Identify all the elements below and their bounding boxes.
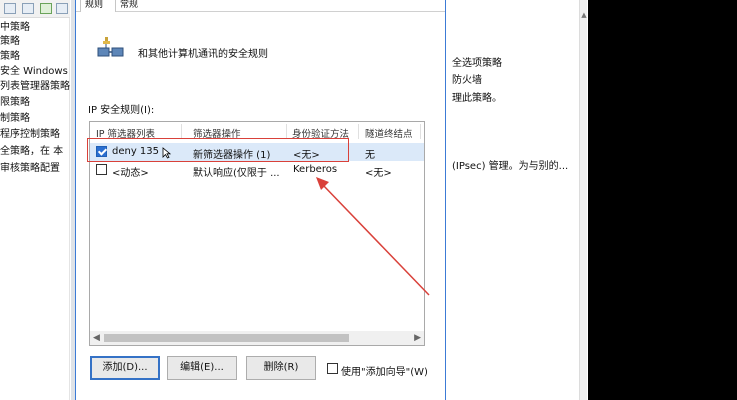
description-line: 全选项策略	[452, 58, 502, 69]
description-line: 防火墙	[452, 75, 482, 86]
column-header-filter-action[interactable]: 筛选器操作	[193, 126, 241, 140]
column-divider[interactable]	[181, 124, 182, 139]
tree-item-selected[interactable]: 全策略，在 本	[0, 145, 70, 159]
column-header-filter-list[interactable]: IP 筛选器列表	[96, 126, 155, 140]
cell-tunnel: <无>	[365, 168, 392, 179]
column-divider[interactable]	[420, 124, 421, 139]
remove-button[interactable]: 删除(R)	[246, 356, 316, 380]
network-computers-icon	[97, 37, 124, 57]
export-icon[interactable]	[40, 3, 52, 14]
dialog-description: 和其他计算机通讯的安全规则	[138, 49, 268, 60]
vertical-scrollbar[interactable]: ▲	[579, 0, 587, 400]
table-row[interactable]: <动态> 默认响应(仅限于 ... Kerberos <无>	[90, 161, 424, 179]
screen-black-area	[588, 0, 737, 400]
cell-filter-list: deny 135	[112, 146, 160, 157]
use-wizard-checkbox[interactable]	[327, 363, 338, 374]
tree-item[interactable]: 程序控制策略	[0, 128, 70, 142]
console-toolbar	[0, 0, 70, 18]
cell-filter-action: 默认响应(仅限于 ...	[193, 168, 280, 179]
rules-list-label: IP 安全规则(I):	[88, 105, 155, 116]
tree-item[interactable]: 列表管理器策略	[0, 80, 70, 94]
tree-item[interactable]: 安全 Windows	[0, 65, 70, 79]
cell-auth-method: <无>	[293, 150, 320, 161]
description-line: 理此策略。	[452, 93, 502, 104]
add-button[interactable]: 添加(D)...	[90, 356, 160, 380]
list-column-headers: IP 筛选器列表 筛选器操作 身份验证方法 隧道终结点	[90, 122, 424, 142]
table-row-selected[interactable]: deny 135 新筛选器操作 (1) <无> 无	[90, 143, 424, 161]
column-header-auth-method[interactable]: 身份验证方法	[292, 126, 349, 140]
horizontal-scrollbar[interactable]: ◀ ▶	[90, 331, 424, 345]
column-divider[interactable]	[286, 124, 287, 139]
scrollbar-thumb[interactable]	[104, 334, 349, 342]
tab-general[interactable]: 常规	[116, 0, 146, 12]
tree-item[interactable]: 审核策略配置	[0, 162, 70, 176]
help-icon[interactable]	[56, 3, 68, 14]
scroll-left-arrow-icon[interactable]: ◀	[93, 333, 102, 343]
tree-item[interactable]: 中策略	[0, 21, 70, 35]
column-divider[interactable]	[358, 124, 359, 139]
cell-auth-method: Kerberos	[293, 164, 338, 175]
description-line: (IPsec) 管理。为与别的...	[452, 161, 569, 172]
scroll-right-arrow-icon[interactable]: ▶	[412, 333, 421, 343]
mouse-cursor-icon	[162, 147, 171, 159]
cell-tunnel: 无	[365, 150, 375, 161]
tab-strip: 规则 常规	[76, 0, 445, 12]
console-tree-panel: 中策略 策略 策略 安全 Windows 列表管理器策略 限策略 制策略 程序控…	[0, 0, 70, 400]
folder-icon[interactable]	[4, 3, 16, 14]
scroll-up-arrow-icon[interactable]: ▲	[580, 10, 588, 20]
rule-enabled-checkbox[interactable]	[96, 146, 107, 157]
description-panel: 全选项策略 防火墙 理此策略。 (IPsec) 管理。为与别的... ▲	[446, 0, 587, 400]
edit-button[interactable]: 编辑(E)...	[167, 356, 237, 380]
cell-filter-list: <动态>	[112, 168, 149, 179]
rules-list[interactable]: IP 筛选器列表 筛选器操作 身份验证方法 隧道终结点 deny 135 新筛选…	[89, 121, 425, 346]
tree-item[interactable]: 策略	[0, 50, 70, 64]
rule-enabled-checkbox[interactable]	[96, 164, 107, 175]
tree-item[interactable]: 策略	[0, 35, 70, 49]
use-wizard-label[interactable]: 使用"添加向导"(W)	[341, 363, 428, 378]
properties-dialog: 规则 常规 和其他计算机通讯的安全规则 IP 安全规则(I): IP 筛选器列表…	[76, 0, 445, 400]
properties-icon[interactable]	[22, 3, 34, 14]
tab-rules[interactable]: 规则	[80, 0, 116, 12]
tree-item[interactable]: 限策略	[0, 96, 70, 110]
tree-item[interactable]: 制策略	[0, 112, 70, 126]
cell-filter-action: 新筛选器操作 (1)	[193, 150, 271, 161]
column-header-tunnel[interactable]: 隧道终结点	[365, 126, 413, 140]
